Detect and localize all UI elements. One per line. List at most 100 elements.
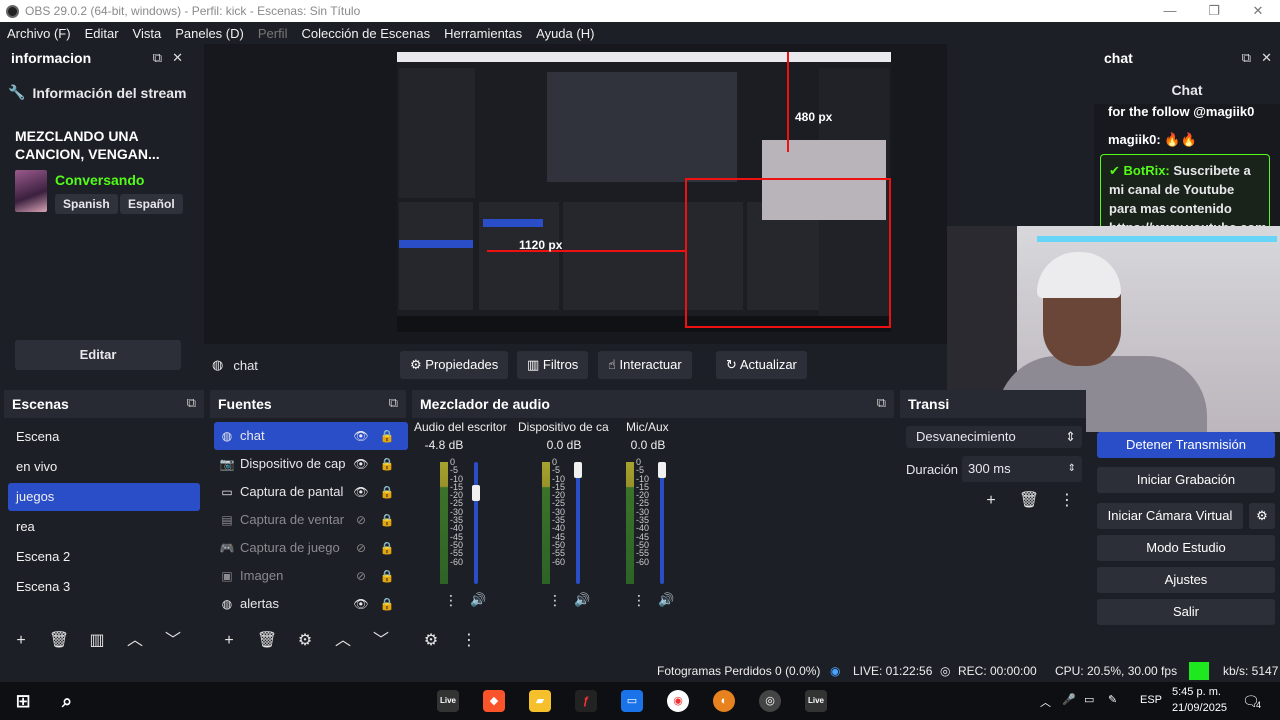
add-scene-button[interactable]: + <box>4 628 38 654</box>
lock-icon[interactable]: 🔒 <box>374 450 400 478</box>
source-row-window-capture[interactable]: ▤ Captura de ventar ⊘ 🔒 <box>214 506 408 534</box>
kebab-icon[interactable]: ⋮ <box>632 592 646 609</box>
close-button[interactable]: ✕ <box>1236 0 1280 22</box>
visibility-icon[interactable]: 👁 <box>348 590 374 618</box>
speaker-icon[interactable]: 🔊 <box>574 592 590 608</box>
kebab-icon[interactable]: ⋮ <box>444 592 458 609</box>
language-indicator[interactable]: ESP <box>1140 694 1162 706</box>
restore-button[interactable]: ❐ <box>1192 0 1236 22</box>
search-icon[interactable]: ⌕ <box>56 690 78 712</box>
exit-button[interactable]: Salir <box>1097 599 1275 625</box>
microphone-icon[interactable]: 🎤 <box>1062 693 1076 706</box>
float-icon[interactable]: ⧉ <box>877 395 886 411</box>
move-down-button[interactable]: ﹀ <box>364 628 398 654</box>
float-icon[interactable]: ⧉ <box>153 50 162 66</box>
live-app-icon-2[interactable]: Live <box>805 690 827 712</box>
firefox-icon[interactable]: ◐ <box>713 690 735 712</box>
speaker-icon[interactable]: 🔊 <box>470 592 486 608</box>
close-icon[interactable]: ✕ <box>1261 50 1272 66</box>
source-row-alerts[interactable]: ◍ alertas 👁 🔒 <box>214 590 408 618</box>
menu-perfil[interactable]: Perfil <box>258 26 288 41</box>
obs-taskbar-icon[interactable]: ◎ <box>759 690 781 712</box>
float-icon[interactable]: ⧉ <box>1242 50 1251 66</box>
studio-mode-button[interactable]: Modo Estudio <box>1097 535 1275 561</box>
scene-item[interactable]: Escena <box>8 423 200 451</box>
properties-button[interactable]: ⚙ Propiedades <box>400 351 509 379</box>
virtual-camera-settings-icon[interactable]: ⚙ <box>1249 503 1275 529</box>
speaker-icon[interactable]: 🔊 <box>658 592 674 608</box>
menu-paneles[interactable]: Paneles (D) <box>175 26 244 41</box>
delete-source-button[interactable]: 🗑 <box>250 628 284 654</box>
minimize-button[interactable]: — <box>1148 0 1192 22</box>
start-virtual-camera-button[interactable]: Iniciar Cámara Virtual <box>1097 503 1243 529</box>
transition-select[interactable]: Desvanecimiento ⇕ <box>906 426 1082 448</box>
source-row-screen-capture[interactable]: ▭ Captura de pantal 👁 🔒 <box>214 478 408 506</box>
live-app-icon[interactable]: Live <box>437 690 459 712</box>
lock-icon[interactable]: 🔒 <box>374 506 400 534</box>
interact-button[interactable]: ☝ Interactuar <box>598 351 692 379</box>
menu-editar[interactable]: Editar <box>85 26 119 41</box>
lock-icon[interactable]: 🔒 <box>374 562 400 590</box>
volume-fader[interactable] <box>660 462 664 584</box>
scene-item-selected[interactable]: juegos <box>8 483 200 511</box>
visibility-icon[interactable]: 👁 <box>348 422 374 450</box>
menu-vista[interactable]: Vista <box>133 26 162 41</box>
hidden-eye-icon[interactable]: ⊘ <box>348 562 374 590</box>
move-up-button[interactable]: ︿ <box>118 628 152 654</box>
hidden-eye-icon[interactable]: ⊘ <box>348 506 374 534</box>
source-properties-button[interactable]: ⚙ <box>288 628 322 654</box>
lock-icon[interactable]: 🔒 <box>374 422 400 450</box>
source-row-image[interactable]: ▣ Imagen ⊘ 🔒 <box>214 562 408 590</box>
source-row-chat[interactable]: ◍ chat 👁 🔒 <box>214 422 408 450</box>
scene-filters-button[interactable]: ▥ <box>80 628 114 654</box>
visibility-icon[interactable]: 👁 <box>348 450 374 478</box>
stop-stream-button[interactable]: Detener Transmisión <box>1097 432 1275 458</box>
refresh-button[interactable]: ↻ Actualizar <box>716 351 807 379</box>
visibility-icon[interactable]: 👁 <box>348 478 374 506</box>
add-transition-button[interactable]: + <box>974 488 1008 514</box>
float-icon[interactable]: ⧉ <box>389 395 398 411</box>
audio-settings-button[interactable]: ⚙ <box>414 628 448 654</box>
windows-start-icon[interactable]: ⊞ <box>12 690 34 712</box>
source-row-capture-device[interactable]: 📷 Dispositivo de cap 👁 🔒 <box>214 450 408 478</box>
hidden-eye-icon[interactable]: ⊘ <box>348 534 374 562</box>
move-up-button[interactable]: ︿ <box>326 628 360 654</box>
volume-fader[interactable] <box>576 462 580 584</box>
spinner-icon[interactable]: ⇕ <box>1068 456 1076 482</box>
source-row-game-capture[interactable]: 🎮 Captura de juego ⊘ 🔒 <box>214 534 408 562</box>
volume-fader[interactable] <box>474 462 478 584</box>
menu-coleccion-escenas[interactable]: Colección de Escenas <box>301 26 430 41</box>
scene-item[interactable]: Escena 3 <box>8 573 200 601</box>
close-icon[interactable]: ✕ <box>172 50 183 66</box>
brave-browser-icon[interactable]: ◆ <box>483 690 505 712</box>
duration-input[interactable]: 300 ms ⇕ <box>962 456 1082 482</box>
tray-chevron-icon[interactable]: ︿ <box>1040 694 1051 710</box>
network-icon[interactable]: ▭ <box>1084 693 1094 706</box>
lock-icon[interactable]: 🔒 <box>374 534 400 562</box>
mixer-menu-button[interactable]: ⋮ <box>452 628 486 654</box>
float-icon[interactable]: ⧉ <box>187 395 196 411</box>
scene-item[interactable]: en vivo <box>8 453 200 481</box>
kebab-icon[interactable]: ⋮ <box>548 592 562 609</box>
app-window-icon[interactable]: ▭ <box>621 690 643 712</box>
preview-canvas[interactable]: 480 px 1120 px <box>397 52 891 332</box>
fader-knob[interactable] <box>574 462 582 478</box>
fl-studio-icon[interactable]: ƒ <box>575 690 597 712</box>
menu-ayuda[interactable]: Ayuda (H) <box>536 26 594 41</box>
scene-item[interactable]: rea <box>8 513 200 541</box>
start-recording-button[interactable]: Iniciar Grabación <box>1097 467 1275 493</box>
scene-item[interactable]: Escena 2 <box>8 543 200 571</box>
pen-icon[interactable]: ✎ <box>1108 693 1117 706</box>
fader-knob[interactable] <box>472 485 480 502</box>
delete-scene-button[interactable]: 🗑 <box>42 628 76 654</box>
lock-icon[interactable]: 🔒 <box>374 478 400 506</box>
move-down-button[interactable]: ﹀ <box>156 628 190 654</box>
chrome-icon[interactable]: ◉ <box>667 690 689 712</box>
edit-stream-info-button[interactable]: Editar <box>15 340 181 370</box>
transition-menu-button[interactable]: ⋮ <box>1050 488 1084 514</box>
delete-transition-button[interactable]: 🗑 <box>1012 488 1046 514</box>
clock-time[interactable]: 5:45 p. m. <box>1172 686 1221 698</box>
clock-date[interactable]: 21/09/2025 <box>1172 702 1227 714</box>
settings-button[interactable]: Ajustes <box>1097 567 1275 593</box>
menu-herramientas[interactable]: Herramientas <box>444 26 522 41</box>
